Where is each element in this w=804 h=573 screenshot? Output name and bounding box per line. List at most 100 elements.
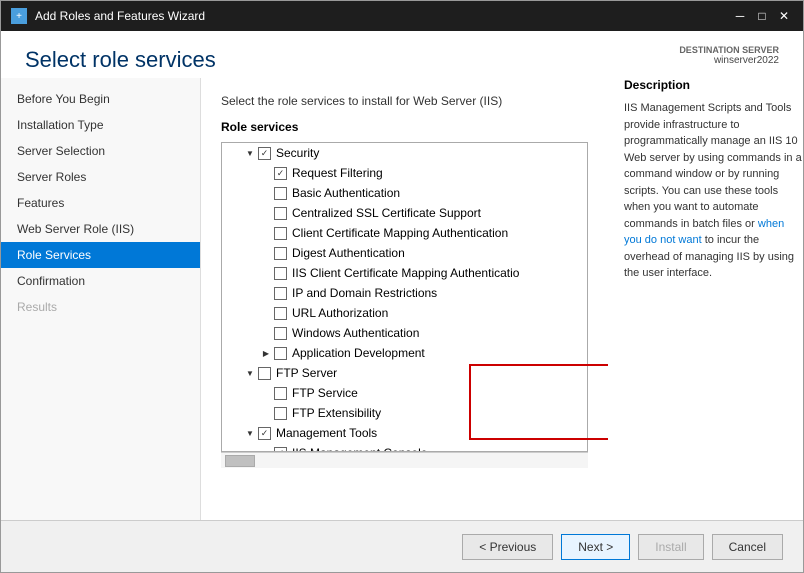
sidebar-item-server-selection[interactable]: Server Selection	[1, 138, 200, 164]
sidebar-item-results: Results	[1, 294, 200, 320]
sidebar-item-features[interactable]: Features	[1, 190, 200, 216]
main-content: Select the role services to install for …	[201, 78, 608, 520]
expander-empty12	[258, 445, 274, 452]
tree-item-mgmt-tools[interactable]: Management Tools	[222, 423, 587, 443]
sidebar-item-installation-type[interactable]: Installation Type	[1, 112, 200, 138]
tree-item-security[interactable]: Security	[222, 143, 587, 163]
close-button[interactable]: ✕	[775, 7, 793, 25]
tree-item-app-dev[interactable]: Application Development	[222, 343, 587, 363]
checkbox-digest-auth[interactable]	[274, 247, 287, 260]
label-url-auth: URL Authorization	[292, 306, 388, 320]
checkbox-mgmt-tools[interactable]	[258, 427, 271, 440]
label-digest-auth: Digest Authentication	[292, 246, 405, 260]
checkbox-app-dev[interactable]	[274, 347, 287, 360]
footer: < Previous Next > Install Cancel	[1, 520, 803, 572]
window-title: Add Roles and Features Wizard	[35, 9, 731, 23]
cancel-button[interactable]: Cancel	[712, 534, 783, 560]
description-highlight: when you do not want	[624, 218, 784, 247]
tree-item-windows-auth[interactable]: Windows Authentication	[222, 323, 587, 343]
expander-empty4	[258, 225, 274, 241]
page-header: Select role services DESTINATION SERVER …	[1, 31, 803, 78]
label-iis-mgmt-console: IIS Management Console	[292, 446, 427, 452]
checkbox-ftp-service[interactable]	[274, 387, 287, 400]
label-mgmt-tools: Management Tools	[276, 426, 377, 440]
window-icon: +	[11, 8, 27, 24]
next-button[interactable]: Next >	[561, 534, 630, 560]
label-client-cert: Client Certificate Mapping Authenticatio…	[292, 226, 508, 240]
tree-item-ftp-ext[interactable]: FTP Extensibility	[222, 403, 587, 423]
label-centralized-ssl: Centralized SSL Certificate Support	[292, 206, 481, 220]
label-request-filtering: Request Filtering	[292, 166, 383, 180]
checkbox-ip-domain[interactable]	[274, 287, 287, 300]
tree-item-iis-client-cert[interactable]: IIS Client Certificate Mapping Authentic…	[222, 263, 587, 283]
install-button[interactable]: Install	[638, 534, 703, 560]
content-area: Before You Begin Installation Type Serve…	[1, 78, 803, 520]
horizontal-scrollbar[interactable]	[221, 452, 588, 468]
tree-item-centralized-ssl[interactable]: Centralized SSL Certificate Support	[222, 203, 587, 223]
description-panel: Description IIS Management Scripts and T…	[608, 78, 803, 520]
main-window: + Add Roles and Features Wizard ─ □ ✕ Se…	[0, 0, 804, 573]
tree-item-ftp-service[interactable]: FTP Service	[222, 383, 587, 403]
label-app-dev: Application Development	[292, 346, 425, 360]
checkbox-basic-auth[interactable]	[274, 187, 287, 200]
tree-item-basic-auth[interactable]: Basic Authentication	[222, 183, 587, 203]
checkbox-ftp-ext[interactable]	[274, 407, 287, 420]
label-ftp-server: FTP Server	[276, 366, 337, 380]
checkbox-iis-mgmt-console[interactable]	[274, 447, 287, 453]
instruction-text: Select the role services to install for …	[221, 94, 588, 108]
sidebar-item-before-you-begin[interactable]: Before You Begin	[1, 86, 200, 112]
label-windows-auth: Windows Authentication	[292, 326, 419, 340]
sidebar-item-server-roles[interactable]: Server Roles	[1, 164, 200, 190]
expander-empty8	[258, 305, 274, 321]
sidebar-item-web-server-role[interactable]: Web Server Role (IIS)	[1, 216, 200, 242]
label-ip-domain: IP and Domain Restrictions	[292, 286, 437, 300]
checkbox-security[interactable]	[258, 147, 271, 160]
scrollbar-thumb-h[interactable]	[225, 455, 255, 467]
role-services-title: Role services	[221, 120, 588, 134]
previous-button[interactable]: < Previous	[462, 534, 553, 560]
checkbox-centralized-ssl[interactable]	[274, 207, 287, 220]
expander-app-dev[interactable]	[258, 345, 274, 361]
expander-empty	[258, 165, 274, 181]
sidebar: Before You Begin Installation Type Serve…	[1, 78, 201, 520]
checkbox-request-filtering[interactable]	[274, 167, 287, 180]
label-basic-auth: Basic Authentication	[292, 186, 400, 200]
description-title: Description	[624, 78, 803, 92]
expander-ftp[interactable]	[242, 365, 258, 381]
checkbox-url-auth[interactable]	[274, 307, 287, 320]
minimize-button[interactable]: ─	[731, 7, 749, 25]
label-iis-client-cert: IIS Client Certificate Mapping Authentic…	[292, 266, 519, 280]
tree-item-ftp-server[interactable]: FTP Server	[222, 363, 587, 383]
tree-item-ip-domain[interactable]: IP and Domain Restrictions	[222, 283, 587, 303]
checkbox-iis-client-cert[interactable]	[274, 267, 287, 280]
tree-item-iis-mgmt-console[interactable]: IIS Management Console	[222, 443, 587, 452]
expander-empty10	[258, 385, 274, 401]
label-ftp-service: FTP Service	[292, 386, 358, 400]
expander-empty6	[258, 265, 274, 281]
description-text: IIS Management Scripts and Tools provide…	[624, 100, 803, 282]
label-ftp-ext: FTP Extensibility	[292, 406, 381, 420]
tree-item-request-filtering[interactable]: Request Filtering	[222, 163, 587, 183]
label-security: Security	[276, 146, 319, 160]
tree-wrapper: Security Request Filtering Basic Authent…	[221, 142, 588, 452]
sidebar-item-confirmation[interactable]: Confirmation	[1, 268, 200, 294]
expander-empty7	[258, 285, 274, 301]
tree-item-client-cert[interactable]: Client Certificate Mapping Authenticatio…	[222, 223, 587, 243]
tree-item-digest-auth[interactable]: Digest Authentication	[222, 243, 587, 263]
expander-empty5	[258, 245, 274, 261]
expander-empty2	[258, 185, 274, 201]
checkbox-ftp-server[interactable]	[258, 367, 271, 380]
checkbox-client-cert[interactable]	[274, 227, 287, 240]
expander-security[interactable]	[242, 145, 258, 161]
expander-mgmt[interactable]	[242, 425, 258, 441]
checkbox-windows-auth[interactable]	[274, 327, 287, 340]
sidebar-item-role-services[interactable]: Role Services	[1, 242, 200, 268]
maximize-button[interactable]: □	[753, 7, 771, 25]
title-bar: + Add Roles and Features Wizard ─ □ ✕	[1, 1, 803, 31]
expander-empty9	[258, 325, 274, 341]
window-controls: ─ □ ✕	[731, 7, 793, 25]
expander-empty3	[258, 205, 274, 221]
expander-empty11	[258, 405, 274, 421]
tree-item-url-auth[interactable]: URL Authorization	[222, 303, 587, 323]
role-services-tree[interactable]: Security Request Filtering Basic Authent…	[221, 142, 588, 452]
